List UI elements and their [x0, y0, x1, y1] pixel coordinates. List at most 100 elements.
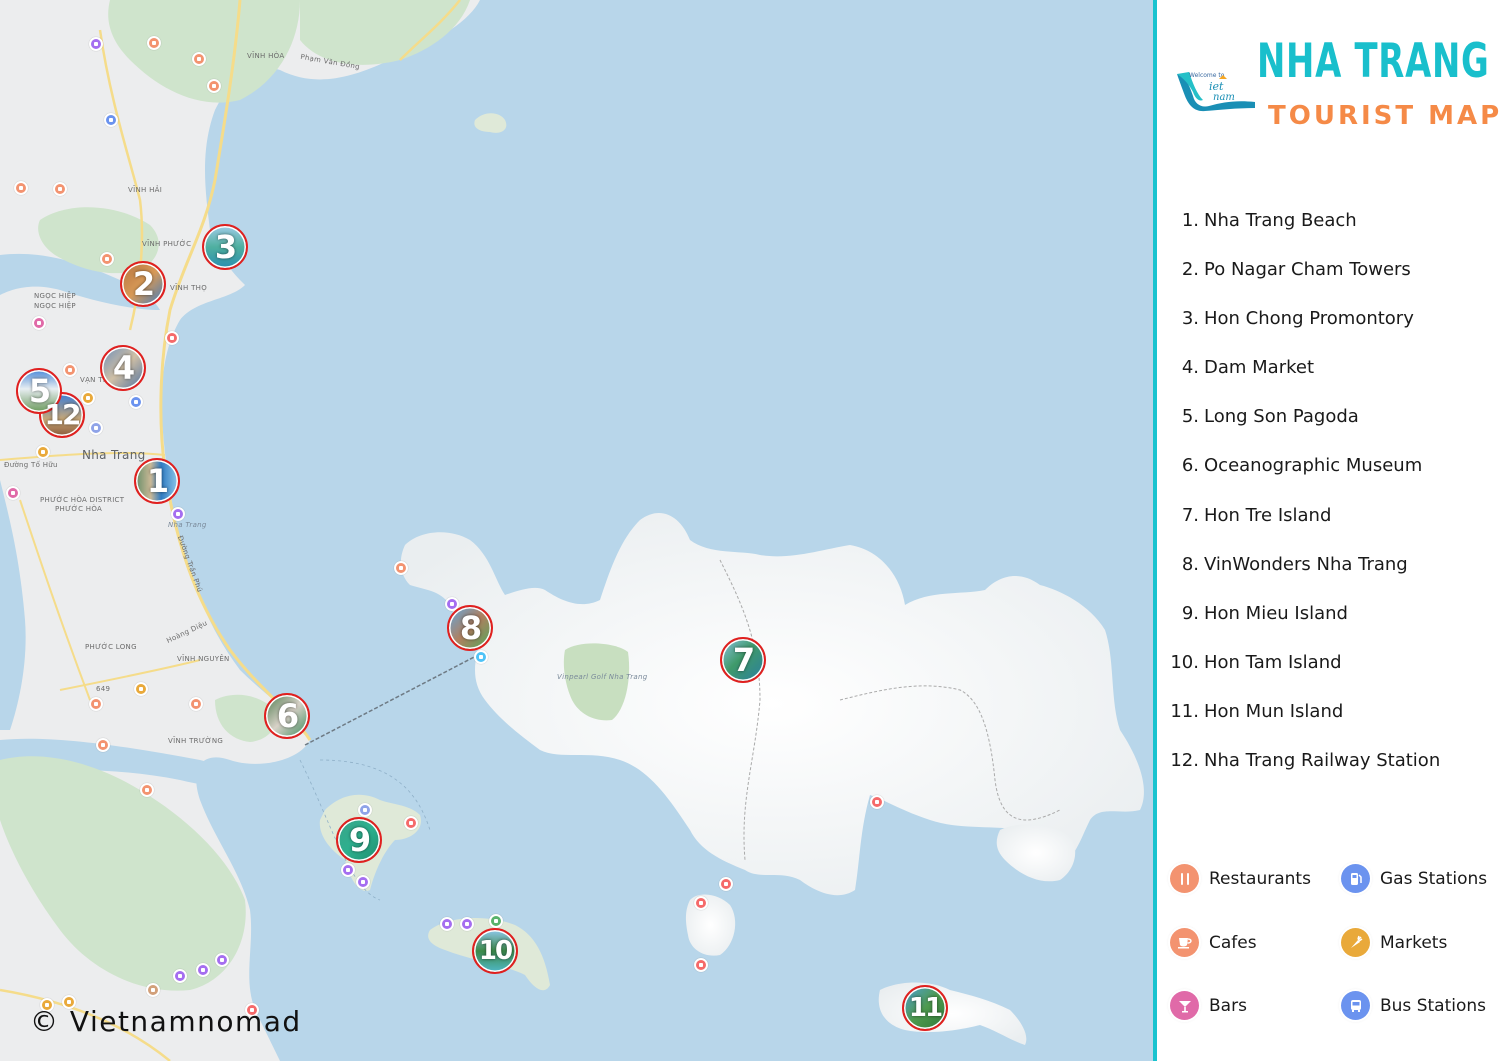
- label-vinh-truong: VĨNH TRƯỜNG: [168, 737, 224, 745]
- poi-cafe[interactable]: [14, 181, 28, 195]
- legend-gas-stations[interactable]: Gas Stations: [1341, 864, 1487, 893]
- poi-market[interactable]: [81, 391, 95, 405]
- map-marker-4[interactable]: 4: [100, 345, 146, 391]
- map-marker-11[interactable]: 11: [902, 985, 948, 1031]
- bus-icon: [1341, 991, 1370, 1020]
- map-canvas[interactable]: VĨNH HÒA Phạm Văn Đồng VĨNH HẢI VĨNH PHƯ…: [0, 0, 1153, 1061]
- label-road-649: 649: [96, 685, 111, 693]
- fuel-pump-icon: [1341, 864, 1370, 893]
- poi-bus-station[interactable]: [129, 395, 143, 409]
- poi-cafe[interactable]: [96, 738, 110, 752]
- poi-attraction[interactable]: [341, 863, 355, 877]
- map-marker-9[interactable]: 9: [336, 817, 382, 863]
- coffee-cup-icon: [1170, 928, 1199, 957]
- poi-cafe[interactable]: [189, 697, 203, 711]
- label-vinpearl-golf: Vinpearl Golf Nha Trang: [557, 673, 648, 681]
- svg-text:nam: nam: [1213, 92, 1235, 103]
- places-list-item[interactable]: 11. Hon Mun Island: [1157, 701, 1500, 750]
- map-marker-6[interactable]: 6: [264, 693, 310, 739]
- poi-attraction[interactable]: [171, 507, 185, 521]
- poi-restaurant[interactable]: [404, 816, 418, 830]
- poi-restaurant[interactable]: [394, 561, 408, 575]
- poi-cafe[interactable]: [207, 79, 221, 93]
- poi-gas-station[interactable]: [89, 421, 103, 435]
- places-list-item[interactable]: 10. Hon Tam Island: [1157, 652, 1500, 701]
- legend-bars[interactable]: Bars: [1170, 991, 1247, 1020]
- poi-attraction[interactable]: [89, 37, 103, 51]
- poi-market[interactable]: [134, 682, 148, 696]
- poi-attraction[interactable]: [460, 917, 474, 931]
- fork-knife-icon: [1170, 864, 1199, 893]
- legend-markets[interactable]: Markets: [1341, 928, 1447, 957]
- svg-text:Welcome to: Welcome to: [1189, 72, 1225, 79]
- label-ngoc-hiep-2: NGỌC HIỆP: [34, 302, 76, 310]
- map-marker-8[interactable]: 8: [447, 605, 493, 651]
- label-duong-to-huu: Đường Tố Hữu: [4, 461, 58, 469]
- poi-restaurant[interactable]: [870, 795, 884, 809]
- poi-attraction[interactable]: [440, 917, 454, 931]
- poi-cafe[interactable]: [63, 363, 77, 377]
- poi-cafe[interactable]: [192, 52, 206, 66]
- poi-cafe[interactable]: [140, 783, 154, 797]
- poi-cafe[interactable]: [146, 983, 160, 997]
- poi-attraction[interactable]: [173, 969, 187, 983]
- label-city-nha-trang: Nha Trang: [82, 448, 146, 462]
- places-list-item[interactable]: 5. Long Son Pagoda: [1157, 406, 1500, 455]
- copyright-text: © Vietnamnomad: [30, 1005, 302, 1038]
- label-vinh-nguyen: VĨNH NGUYÊN: [177, 655, 230, 663]
- poi-cable-station[interactable]: [474, 650, 488, 664]
- places-list-item[interactable]: 7. Hon Tre Island: [1157, 505, 1500, 554]
- poi-bar[interactable]: [32, 316, 46, 330]
- cocktail-icon: [1170, 991, 1199, 1020]
- poi-attraction[interactable]: [215, 953, 229, 967]
- places-list: 1. Nha Trang Beach 2. Po Nagar Cham Towers…: [1157, 210, 1500, 799]
- poi-restaurant[interactable]: [719, 877, 733, 891]
- poi-bus-station[interactable]: [358, 803, 372, 817]
- label-vinh-tho: VĨNH THỌ: [170, 284, 208, 292]
- legend-restaurants[interactable]: Restaurants: [1170, 864, 1311, 893]
- poi-restaurant[interactable]: [53, 182, 67, 196]
- places-list-item[interactable]: 3. Hon Chong Promontory: [1157, 308, 1500, 357]
- welcome-to-vietnam-logo: Welcome to iet nam: [1177, 72, 1255, 112]
- map-marker-1[interactable]: 1: [134, 458, 180, 504]
- poi-toilet[interactable]: [489, 914, 503, 928]
- places-list-item[interactable]: 8. VinWonders Nha Trang: [1157, 554, 1500, 603]
- label-ngoc-hiep: NGỌC HIỆP: [34, 292, 76, 300]
- places-list-item[interactable]: 1. Nha Trang Beach: [1157, 210, 1500, 259]
- label-vinh-phuoc: VĨNH PHƯỚC: [142, 240, 192, 248]
- poi-cafe[interactable]: [147, 36, 161, 50]
- label-phuoc-hoa-district: PHƯỚC HÒA DISTRICT: [40, 496, 125, 504]
- legend-panel: Welcome to iet nam NHA TRANG TOURIST MAP…: [1157, 0, 1500, 1061]
- places-list-item[interactable]: 4. Dam Market: [1157, 357, 1500, 406]
- label-phuoc-hoa: PHƯỚC HÒA: [55, 505, 103, 513]
- poi-cafe[interactable]: [100, 252, 114, 266]
- poi-market[interactable]: [36, 445, 50, 459]
- poi-attraction[interactable]: [196, 963, 210, 977]
- poi-bus-station[interactable]: [104, 113, 118, 127]
- poi-restaurant[interactable]: [165, 331, 179, 345]
- map-marker-3[interactable]: 3: [202, 224, 248, 270]
- poi-restaurant[interactable]: [694, 896, 708, 910]
- places-list-item[interactable]: 9. Hon Mieu Island: [1157, 603, 1500, 652]
- map-marker-2[interactable]: 2: [120, 261, 166, 307]
- carrot-icon: [1341, 928, 1370, 957]
- legend-bus-stations[interactable]: Bus Stations: [1341, 991, 1486, 1020]
- map-marker-10[interactable]: 10: [472, 928, 518, 974]
- poi-bar[interactable]: [6, 486, 20, 500]
- places-list-item[interactable]: 2. Po Nagar Cham Towers: [1157, 259, 1500, 308]
- title-nha-trang: NHA TRANG: [1257, 34, 1490, 89]
- poi-attraction[interactable]: [356, 875, 370, 889]
- label-phuoc-long: PHƯỚC LONG: [85, 643, 137, 651]
- map-marker-7[interactable]: 7: [720, 637, 766, 683]
- map-base: [0, 0, 1144, 1061]
- places-list-item[interactable]: 6. Oceanographic Museum: [1157, 455, 1500, 504]
- hon-mun-island: [878, 982, 1027, 1045]
- label-vinh-hai: VĨNH HẢI: [128, 186, 163, 194]
- label-nha-trang-beach: Nha Trang: [168, 521, 207, 529]
- poi-restaurant[interactable]: [694, 958, 708, 972]
- places-list-item[interactable]: 12. Nha Trang Railway Station: [1157, 750, 1500, 799]
- label-vinh-hoa: VĨNH HÒA: [247, 52, 285, 60]
- legend-cafes[interactable]: Cafes: [1170, 928, 1257, 957]
- title-tourist-map: TOURIST MAP: [1268, 101, 1500, 131]
- poi-restaurant[interactable]: [89, 697, 103, 711]
